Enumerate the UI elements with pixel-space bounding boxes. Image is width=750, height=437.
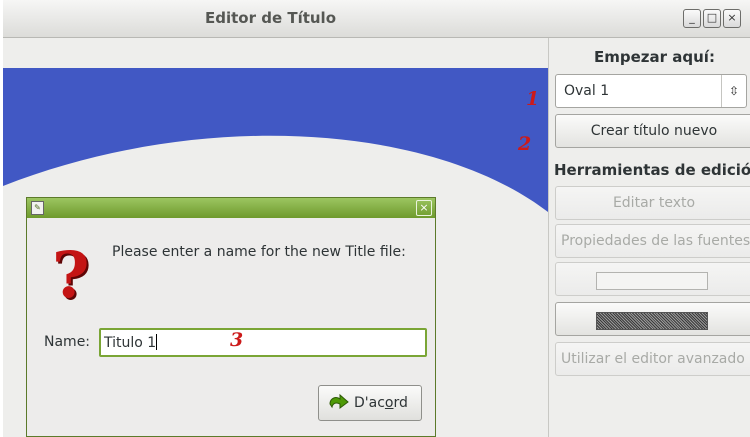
maximize-button[interactable]: □ [703,9,721,28]
pattern-swatch [596,312,708,330]
editing-tools-heading: Herramientas de edición [554,161,750,179]
template-combo[interactable]: Oval 1 ⇳ [555,74,747,108]
dialog-message: Please enter a name for the new Title fi… [112,244,406,260]
name-input[interactable]: Titulo 1 [99,328,427,357]
window-titlebar: Editor de Título _ □ × [3,0,750,38]
pattern-button[interactable] [555,302,750,336]
dialog-app-icon: ✎ [31,201,44,215]
advanced-editor-button[interactable]: Utilizar el editor avanzado [555,342,750,376]
dialog-close-icon[interactable]: × [416,200,432,216]
edit-text-button[interactable]: Editar texto [555,186,750,220]
start-here-heading: Empezar aquí: [594,48,715,66]
step-marker-2: 2 [518,133,532,155]
step-marker-1: 1 [526,88,540,110]
name-label: Name: [44,334,91,350]
blue-banner-shape [3,68,548,212]
close-button[interactable]: × [723,9,741,28]
create-title-button[interactable]: Crear título nuevo [555,114,750,148]
ok-label-part: D'ac [354,395,385,411]
ok-button[interactable]: D'acord [318,385,422,421]
step-marker-3: 3 [230,329,244,351]
tools-panel: Empezar aquí: Oval 1 ⇳ Crear título nuev… [550,38,750,437]
combo-arrows-icon[interactable]: ⇳ [721,75,746,107]
ok-label-part: rd [393,395,408,411]
editor-window: Editor de Título _ □ × Empezar aquí: Ova… [3,0,750,437]
fill-color-swatch [596,272,708,290]
question-mark-icon: ? [52,238,90,313]
font-properties-button[interactable]: Propiedades de las fuentes [555,224,750,258]
new-title-dialog: ✎ × ? Please enter a name for the new Ti… [26,197,436,437]
ok-button-label: D'acord [354,386,408,420]
minimize-button[interactable]: _ [683,9,701,28]
template-combo-value: Oval 1 [564,83,610,99]
fill-color-button[interactable] [555,262,750,296]
text-cursor [156,334,158,350]
window-title: Editor de Título [204,9,337,27]
name-input-value: Titulo 1 [104,335,157,351]
dialog-titlebar: ✎ × [27,198,435,218]
green-check-arrow-icon [329,393,349,409]
